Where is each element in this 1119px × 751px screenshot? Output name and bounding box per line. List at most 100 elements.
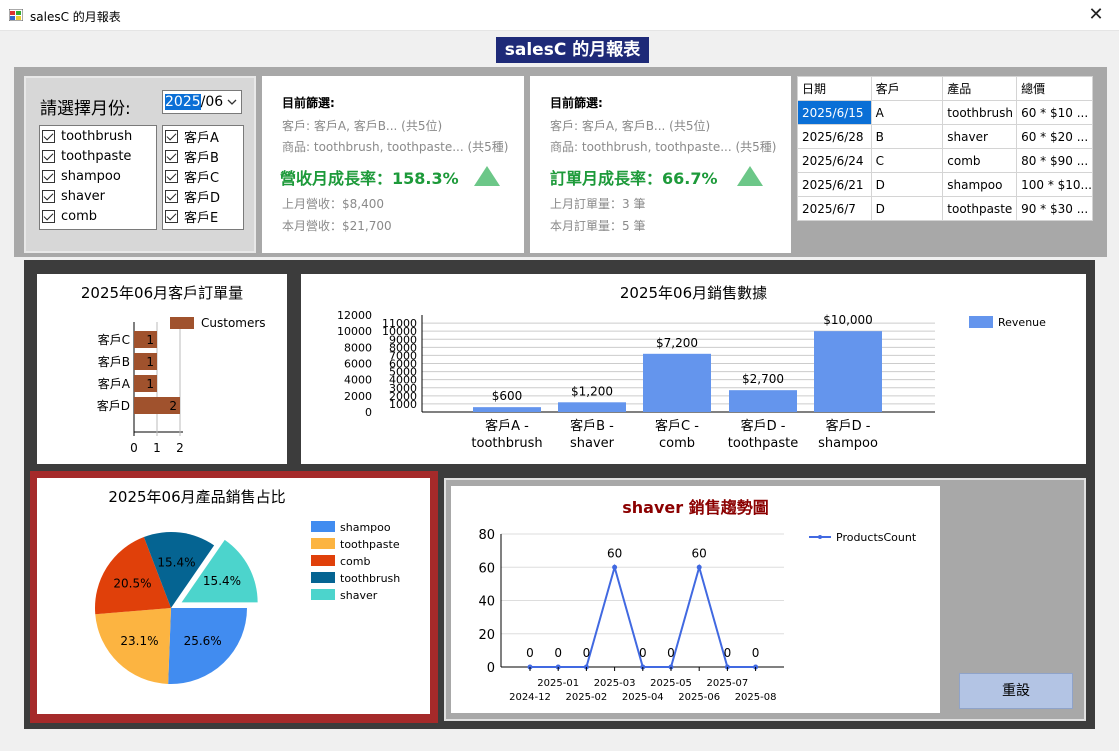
table-cell: 2025/6/7 [797,196,872,221]
product-checkbox-item[interactable]: comb [40,206,156,226]
x-tick-label: 2025-08 [735,692,777,703]
checkbox-checked-icon[interactable] [165,169,178,183]
data-label: 0 [554,646,562,660]
product-checkbox-item[interactable]: toothpaste [40,146,156,166]
product-checkbox-item[interactable]: shaver [40,186,156,206]
revenue-card: 目前篩選: 客戶: 客戶A, 客戶B... (共5位) 商品: toothbru… [262,76,524,253]
customer-checkbox-item[interactable]: 客戶A [163,126,243,146]
checkbox-checked-icon[interactable] [165,189,178,203]
sales-data-svg: 1000200030004000500060007000800090001000… [337,309,1046,451]
table-cell: 100 * $10... [1016,172,1093,197]
month-label: 請選擇月份: [40,99,131,119]
data-point [696,564,702,570]
orders-filter-heading: 目前篩選: [550,96,603,110]
checkbox-checked-icon[interactable] [42,149,55,163]
x-tick-label: 2 [176,441,184,455]
product-checkbox-item[interactable]: toothbrush [40,126,156,146]
data-label: $2,700 [742,372,784,386]
customer-checkbox-item[interactable]: 客戶E [163,206,243,226]
table-cell: 60 * $10 ... [1016,100,1093,125]
table-cell: shaver [942,124,1018,149]
table-cell: toothpaste [942,196,1018,221]
table-cell: 80 * $90 ... [1016,148,1093,173]
table-row[interactable]: 2025/6/7 Dtoothpaste 90 * $30 ... [797,196,1093,221]
x-tick-label: 2025-05 [650,678,692,689]
x-tick-label: toothbrush [471,436,542,451]
x-tick-label: 客戶C - [655,418,699,434]
slice-label: 15.4% [157,556,195,570]
reset-button[interactable]: 重設 [959,673,1073,709]
legend-swatch [311,521,335,532]
customer-checklist: 客戶A 客戶B 客戶C 客戶D 客戶E [162,125,244,230]
table-cell: D [870,172,944,197]
legend-marker [818,535,822,539]
table-cell: shampoo [942,172,1018,197]
customer-label: 客戶D [184,190,221,206]
data-label: $600 [492,389,523,403]
table-cell: 2025/6/15 [797,100,872,125]
x-tick-label: toothpaste [728,436,798,451]
y-tick-label: 客戶B [98,354,130,369]
product-share-chart: 2025年06月產品銷售占比 25.6% 23.1% 20.5% 15.4% 15.4%… [37,478,430,714]
table-row[interactable]: 2025/6/24 Ccomb 80 * $90 ... [797,148,1093,173]
checkbox-checked-icon[interactable] [165,149,178,163]
app-icon [9,9,23,21]
table-row[interactable]: 2025/6/15 Atoothbrush 60 * $10 ... [797,100,1093,125]
x-tick-label: 2025-02 [566,692,608,703]
y-tick-label: 10000 [337,325,372,338]
y-tick-label: 0 [365,406,372,419]
orders-growth: 訂單月成長率：66.7% [550,169,718,188]
checkbox-checked-icon[interactable] [42,189,55,203]
chevron-down-icon[interactable] [227,98,237,106]
y-tick-label: 客戶D [97,398,130,413]
bar [558,402,626,412]
trend-svg: 0 20 40 60 80 0 2024-12 0 2025-01 0 2025-02 60 2025-… [478,528,916,703]
sales-data-chart: 2025年06月銷售數據 1000 2000 3000 4000 5000 6000 700… [301,274,1086,464]
month-picker[interactable]: 2025/06 [162,90,242,114]
y-tick-label: 6000 [344,358,372,371]
table-header-cell[interactable]: 產品 [942,76,1018,101]
checkbox-checked-icon[interactable] [165,209,178,223]
data-label: $1,200 [571,384,613,398]
x-tick-label: 2025-06 [678,692,720,703]
table-header-cell[interactable]: 總價 [1016,76,1093,101]
bar [814,331,882,412]
orders-table-container[interactable]: 日期 客戶 產品 總價 2025/6/15 Atoothbrush 60 * $10 ..… [797,76,1094,253]
checkbox-checked-icon[interactable] [42,209,55,223]
y-tick-label: 11000 [382,317,417,330]
table-cell: 2025/6/24 [797,148,872,173]
data-label: 60 [692,546,707,560]
orders-products-line: 商品: toothbrush, toothpaste... (共5種) [550,140,777,154]
data-label: $7,200 [656,336,698,350]
table-header-cell[interactable]: 日期 [797,76,872,101]
customer-checkbox-item[interactable]: 客戶D [163,186,243,206]
x-tick-label: 2025-04 [622,692,664,703]
data-label: 2 [169,399,177,413]
up-arrow-icon [737,166,763,186]
table-header-cell[interactable]: 客戶 [870,76,944,101]
table-row[interactable]: 2025/6/21 Dshampoo 100 * $10... [797,172,1093,197]
y-tick-label: 80 [478,528,495,543]
product-checkbox-item[interactable]: shampoo [40,166,156,186]
checkbox-checked-icon[interactable] [42,129,55,143]
customer-checkbox-item[interactable]: 客戶B [163,146,243,166]
table-cell: toothbrush [942,100,1018,125]
legend-label: shaver [340,589,378,602]
data-label: 0 [752,646,760,660]
customer-orders-chart: 2025年06月客戶訂單量 0 1 2 客戶C 1 客戶B 1 客戶A 1 客戶D 2 Custome… [37,274,287,464]
month-year-text: 2025 [165,94,201,110]
customer-orders-svg: 0 1 2 客戶C 1 客戶B 1 客戶A 1 客戶D 2 Customers [97,316,266,455]
slice-label: 23.1% [120,634,158,648]
checkbox-checked-icon[interactable] [165,129,178,143]
close-icon[interactable]: ✕ [1073,0,1119,31]
table-cell: 2025/6/28 [797,124,872,149]
y-tick-label: 2000 [344,390,372,403]
legend-label: comb [340,555,370,568]
x-tick-label: comb [659,436,695,451]
x-tick-label: 2025-07 [707,678,749,689]
customer-checkbox-item[interactable]: 客戶C [163,166,243,186]
page-title: salesC 的月報表 [496,37,649,63]
table-cell: 90 * $30 ... [1016,196,1093,221]
table-row[interactable]: 2025/6/28 Bshaver 60 * $20 ... [797,124,1093,149]
checkbox-checked-icon[interactable] [42,169,55,183]
